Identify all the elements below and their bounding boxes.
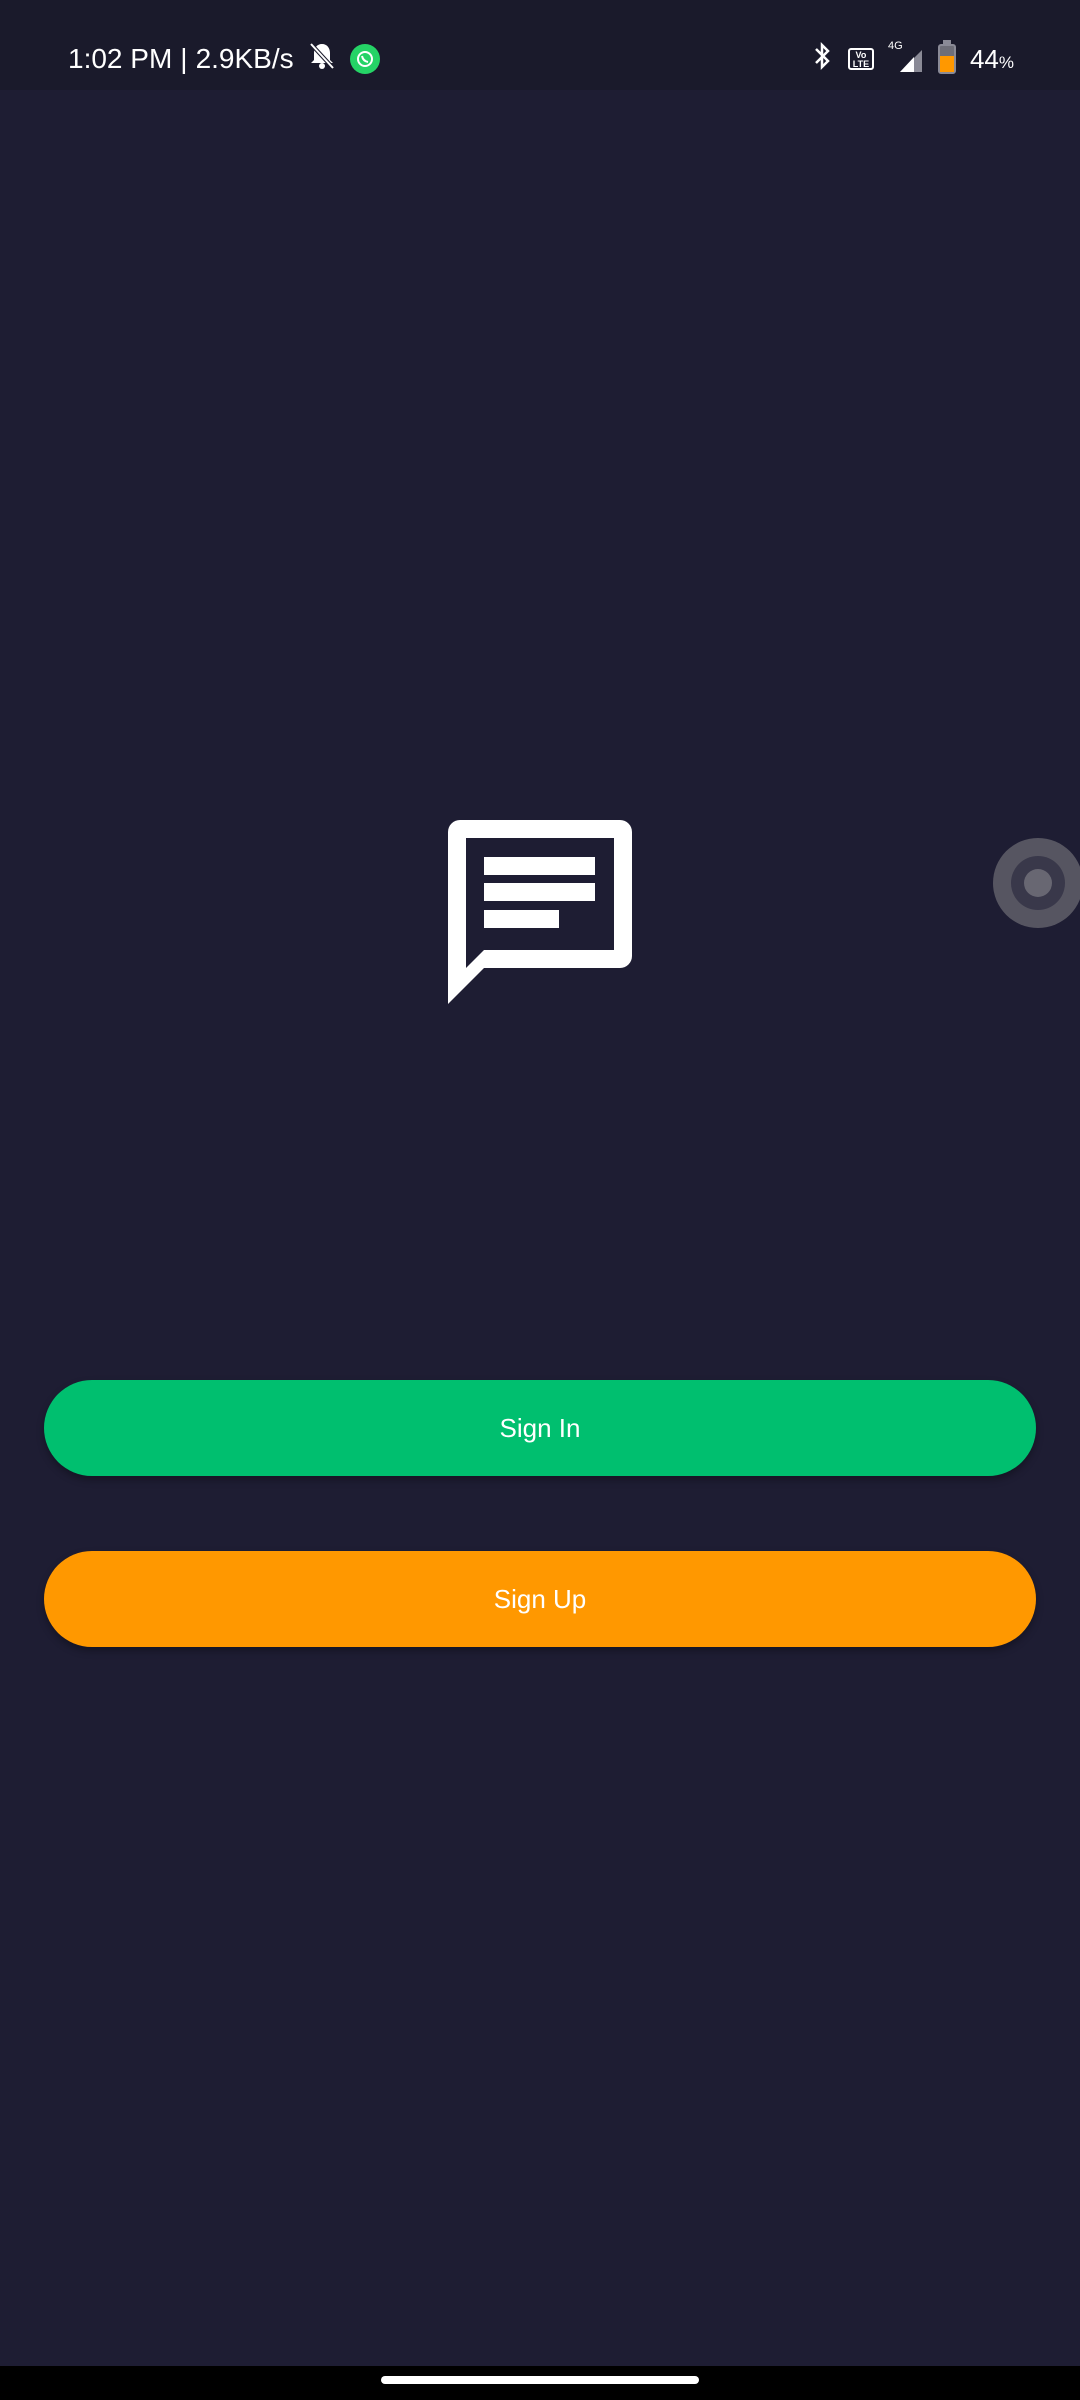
- home-indicator[interactable]: [381, 2376, 699, 2384]
- status-bar: 1:02 PM | 2.9KB/s Vo LTE 4G 44%: [0, 0, 1080, 90]
- battery-percent: 44: [969, 43, 999, 74]
- sign-in-label: Sign In: [499, 1412, 581, 1443]
- bell-off-icon: [308, 41, 336, 78]
- floating-assistive-button[interactable]: [993, 838, 1080, 928]
- network-speed: 2.9KB/s: [195, 43, 294, 74]
- battery-icon: [937, 40, 956, 74]
- chat-bubble-icon: [448, 820, 632, 1004]
- signal-icon: 4G: [888, 40, 924, 74]
- volte-icon: Vo LTE: [847, 48, 874, 70]
- battery-percent-symbol: %: [998, 52, 1014, 72]
- bluetooth-icon: [810, 41, 834, 78]
- status-bar-left: 1:02 PM | 2.9KB/s: [68, 0, 380, 118]
- sign-up-button[interactable]: Sign Up: [44, 1551, 1036, 1647]
- status-separator: |: [180, 43, 188, 74]
- clock: 1:02 PM: [68, 43, 173, 74]
- status-bar-right: Vo LTE 4G 44%: [810, 0, 1014, 118]
- battery-level: 44%: [970, 44, 1014, 75]
- whatsapp-icon: [349, 44, 380, 74]
- floating-button-dot: [1024, 869, 1052, 897]
- sign-up-label: Sign Up: [493, 1583, 587, 1614]
- sign-in-button[interactable]: Sign In: [44, 1380, 1036, 1476]
